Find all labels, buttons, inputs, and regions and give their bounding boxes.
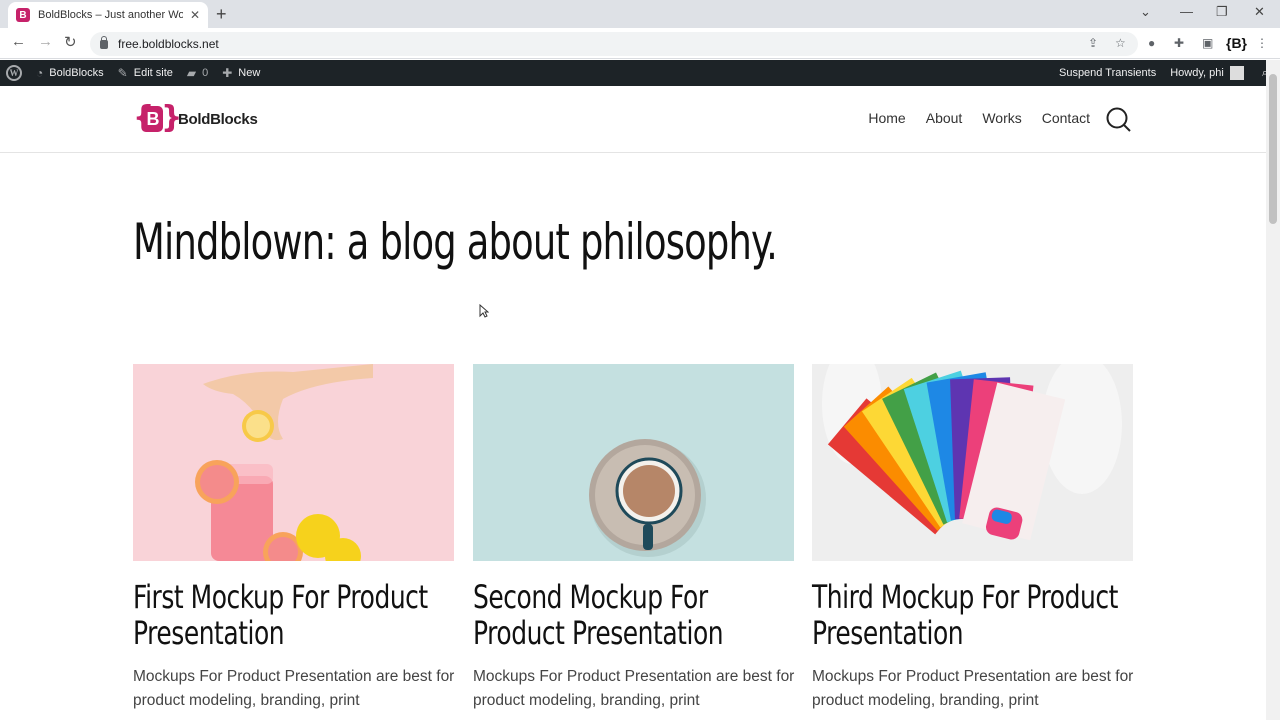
plus-icon: ✚	[222, 66, 233, 80]
post-excerpt: Mockups For Product Presentation are bes…	[812, 668, 1134, 709]
site-header: { B } BoldBlocks Home About Works Contac…	[0, 86, 1266, 153]
brush-icon: ✎	[117, 66, 128, 80]
post-card: Third Mockup For Product Presentation Mo…	[812, 364, 1133, 713]
close-tab-icon[interactable]: ✕	[190, 8, 200, 22]
page-title: Mindblown: a blog about philosophy.	[133, 213, 778, 271]
lock-icon	[100, 35, 108, 49]
nav-works[interactable]: Works	[982, 110, 1021, 126]
forward-icon[interactable]: →	[38, 33, 53, 50]
restore-icon[interactable]: ❐	[1216, 4, 1228, 20]
nav-contact[interactable]: Contact	[1042, 110, 1090, 126]
post-thumbnail-lemon-drink[interactable]	[133, 364, 454, 561]
browser-tabstrip: B BoldBlocks – Just another WordP ✕ + ⌄ …	[0, 0, 1280, 28]
nav-about[interactable]: About	[926, 110, 963, 126]
boldblocks-logo-icon: { B }	[133, 100, 182, 138]
admin-edit-site[interactable]: ✎ Edit site	[118, 66, 173, 80]
menu-kebab-icon[interactable]: ⋮	[1256, 36, 1268, 50]
comment-icon: ▰	[186, 66, 197, 80]
browser-tab[interactable]: B BoldBlocks – Just another WordP ✕	[8, 2, 208, 28]
back-icon[interactable]: ←	[11, 33, 26, 50]
new-tab-icon[interactable]: +	[216, 4, 227, 25]
side-panel-icon[interactable]: ▣	[1202, 36, 1213, 50]
avatar	[1229, 66, 1244, 80]
suspend-transients[interactable]: Suspend Transients	[1059, 67, 1156, 79]
dashboard-icon: ◔	[36, 66, 44, 80]
admin-site-name[interactable]: ◔ BoldBlocks	[36, 66, 104, 80]
tab-search-icon[interactable]: ⌄	[1140, 4, 1151, 20]
post-thumbnail-color-swatches[interactable]	[812, 364, 1133, 561]
page-scrollbar[interactable]	[1266, 60, 1280, 720]
minimize-icon[interactable]: —	[1180, 4, 1193, 19]
post-card: Second Mockup For Product Presentation M…	[473, 364, 794, 713]
admin-new[interactable]: ✚ New	[222, 66, 260, 80]
site-logo[interactable]: { B } BoldBlocks	[133, 100, 258, 138]
admin-comments[interactable]: ▰ 0	[187, 66, 208, 80]
post-title[interactable]: Second Mockup For Product Presentation	[473, 579, 801, 651]
search-icon[interactable]	[1105, 106, 1131, 132]
boldblocks-extension-icon[interactable]: {B}	[1226, 35, 1247, 53]
favicon-icon: B	[16, 8, 30, 22]
admin-new-label: New	[238, 67, 261, 79]
share-icon[interactable]: ⇪	[1088, 36, 1098, 50]
admin-edit-site-label: Edit site	[133, 67, 173, 79]
site-title: BoldBlocks	[178, 110, 258, 128]
scrollbar-thumb[interactable]	[1269, 74, 1277, 224]
post-card: First Mockup For Product Presentation Mo…	[133, 364, 454, 713]
post-thumbnail-coffee[interactable]	[473, 364, 794, 561]
wp-admin-bar: W ◔ BoldBlocks ✎ Edit site ▰ 0 ✚ New Sus…	[0, 60, 1280, 86]
wordpress-logo-icon[interactable]: W	[6, 65, 22, 81]
bookmark-star-icon[interactable]: ☆	[1115, 36, 1126, 50]
admin-site-name-label: BoldBlocks	[49, 67, 104, 79]
reload-icon[interactable]: ↻	[64, 33, 77, 51]
nav-home[interactable]: Home	[868, 110, 905, 126]
admin-account[interactable]: Howdy, phi	[1170, 66, 1244, 80]
comments-count: 0	[202, 67, 209, 79]
mouse-cursor-icon	[479, 304, 489, 318]
post-excerpt: Mockups For Product Presentation are bes…	[473, 668, 795, 709]
puzzle-extensions-icon[interactable]: ✚	[1174, 36, 1184, 50]
close-window-icon[interactable]: ✕	[1254, 4, 1265, 20]
url-text: free.boldblocks.net	[118, 37, 219, 51]
extension-icon[interactable]: ●	[1148, 36, 1155, 50]
post-excerpt: Mockups For Product Presentation are bes…	[133, 668, 455, 709]
main-nav: Home About Works Contact	[848, 110, 1090, 126]
tab-title: BoldBlocks – Just another WordP	[38, 9, 183, 21]
address-bar[interactable]: free.boldblocks.net	[90, 32, 1138, 56]
post-title[interactable]: First Mockup For Product Presentation	[133, 579, 461, 651]
howdy-label: Howdy, phi	[1170, 67, 1224, 79]
post-title[interactable]: Third Mockup For Product Presentation	[812, 579, 1140, 651]
browser-toolbar: ← → ↻ free.boldblocks.net ⇪ ☆ ● ✚ ▣ ⋮	[0, 28, 1280, 59]
